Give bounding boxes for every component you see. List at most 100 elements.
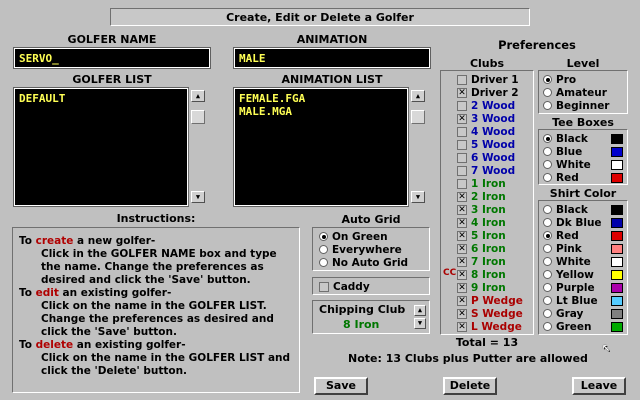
club-row[interactable]: ✕ 3 Wood [457,112,533,125]
club-name: 5 Wood [471,138,516,151]
club-row[interactable]: ✕ 5 Iron [457,229,533,242]
club-row[interactable]: 5 Wood [457,138,533,151]
caddy-checkbox[interactable] [319,282,329,292]
club-row[interactable]: ✕ 9 Iron [457,281,533,294]
animation-list[interactable]: FEMALE.FGA MALE.MGA [233,87,409,207]
shirt-color-option[interactable]: Lt Blue [543,294,623,307]
tee-box-option[interactable]: Blue [543,145,623,158]
shirt-color-option[interactable]: Black [543,203,623,216]
shirt-color-option[interactable]: Pink [543,242,623,255]
color-swatch [611,159,623,170]
golfer-list[interactable]: DEFAULT [13,87,189,207]
club-row[interactable]: ✕ Driver 2 [457,86,533,99]
scroll-down-icon[interactable]: ▼ [191,191,205,203]
checked-icon[interactable]: ✕ [457,230,467,241]
color-swatch [611,282,623,293]
preferences-label: Preferences [498,38,576,52]
checked-icon[interactable]: ✕ [457,269,467,280]
checked-icon[interactable]: ✕ [457,256,467,267]
unchecked-icon[interactable] [457,165,467,176]
color-swatch [611,204,623,215]
level-option[interactable]: Pro [543,73,623,86]
club-name: 7 Iron [471,255,506,268]
scroll-thumb[interactable] [411,110,425,124]
tee-boxes-label: Tee Boxes [552,116,614,129]
shirt-color-option[interactable]: White [543,255,623,268]
golfer-name-input[interactable]: SERVO_ [13,47,211,69]
unchecked-icon[interactable] [457,100,467,111]
auto-grid-option[interactable]: No Auto Grid [319,256,423,269]
scroll-thumb[interactable] [191,110,205,124]
scroll-up-icon[interactable]: ▲ [411,90,425,102]
animation-list-scrollbar[interactable]: ▲ ▼ [408,88,428,206]
chipping-club-value: 8 Iron [343,318,380,331]
checked-icon[interactable]: ✕ [457,308,467,319]
tee-box-option[interactable]: Red [543,171,623,184]
scroll-down-icon[interactable]: ▼ [411,191,425,203]
animation-list-item[interactable]: FEMALE.FGA [239,92,403,105]
club-row[interactable]: ✕ P Wedge [457,294,533,307]
tee-box-option[interactable]: White [543,158,623,171]
club-row[interactable]: ✕ 4 Iron [457,216,533,229]
club-row[interactable]: ✕ 6 Iron [457,242,533,255]
club-row[interactable]: 7 Wood [457,164,533,177]
color-swatch [611,308,623,319]
radio-off-icon [543,160,552,169]
checked-icon[interactable]: ✕ [457,243,467,254]
save-button[interactable]: Save [314,377,368,395]
club-row[interactable]: 2 Wood [457,99,533,112]
level-option[interactable]: Beginner [543,99,623,112]
level-label: Level [566,57,600,70]
shirt-color-option[interactable]: Gray [543,307,623,320]
instructions-panel: To create a new golfer- Click in the GOL… [12,227,300,393]
checked-icon[interactable]: ✕ [457,191,467,202]
club-row[interactable]: ✕ S Wedge [457,307,533,320]
checked-icon[interactable]: ✕ [457,321,467,332]
shirt-color-option[interactable]: Dk Blue [543,216,623,229]
radio-on-icon [543,75,552,84]
unchecked-icon[interactable] [457,152,467,163]
unchecked-icon[interactable] [457,178,467,189]
unchecked-icon[interactable] [457,74,467,85]
clubs-panel: Driver 1 ✕ Driver 22 Wood ✕ 3 Wood 4 Wood 5 Wo… [440,70,534,335]
auto-grid-option[interactable]: On Green [319,230,423,243]
delete-button[interactable]: Delete [443,377,497,395]
color-swatch [611,230,623,241]
level-option[interactable]: Amateur [543,86,623,99]
club-row[interactable]: 4 Wood [457,125,533,138]
animation-input[interactable]: MALE [233,47,431,69]
shirt-color-option[interactable]: Green [543,320,623,333]
animation-list-item[interactable]: MALE.MGA [239,105,403,118]
spin-down-icon[interactable]: ▼ [414,318,426,329]
checked-icon[interactable]: ✕ [457,282,467,293]
color-swatch [611,243,623,254]
club-row[interactable]: 1 Iron [457,177,533,190]
checked-icon[interactable]: ✕ [457,295,467,306]
club-row[interactable]: ✕ 3 Iron [457,203,533,216]
checked-icon[interactable]: ✕ [457,113,467,124]
club-row[interactable]: Driver 1 [457,73,533,86]
club-row[interactable]: ✕ 2 Iron [457,190,533,203]
scroll-up-icon[interactable]: ▲ [191,90,205,102]
shirt-color-option[interactable]: Purple [543,281,623,294]
unchecked-icon[interactable] [457,126,467,137]
auto-grid-option[interactable]: Everywhere [319,243,423,256]
caddy-box[interactable]: Caddy [312,277,430,295]
golfer-list-item[interactable]: DEFAULT [19,92,183,105]
golfer-list-scrollbar[interactable]: ▲ ▼ [188,88,208,206]
shirt-color-option[interactable]: Yellow [543,268,623,281]
club-row[interactable]: CC ✕ 8 Iron [443,268,533,281]
club-row[interactable]: ✕ 7 Iron [457,255,533,268]
club-row[interactable]: ✕ L Wedge [457,320,533,333]
tee-box-option[interactable]: Black [543,132,623,145]
checked-icon[interactable]: ✕ [457,87,467,98]
checked-icon[interactable]: ✕ [457,217,467,228]
shirt-color-option[interactable]: Red [543,229,623,242]
unchecked-icon[interactable] [457,139,467,150]
checked-icon[interactable]: ✕ [457,204,467,215]
club-name: 3 Iron [471,203,506,216]
club-row[interactable]: 6 Wood [457,151,533,164]
leave-button[interactable]: Leave [572,377,626,395]
spin-up-icon[interactable]: ▲ [414,305,426,316]
radio-off-icon [543,283,552,292]
